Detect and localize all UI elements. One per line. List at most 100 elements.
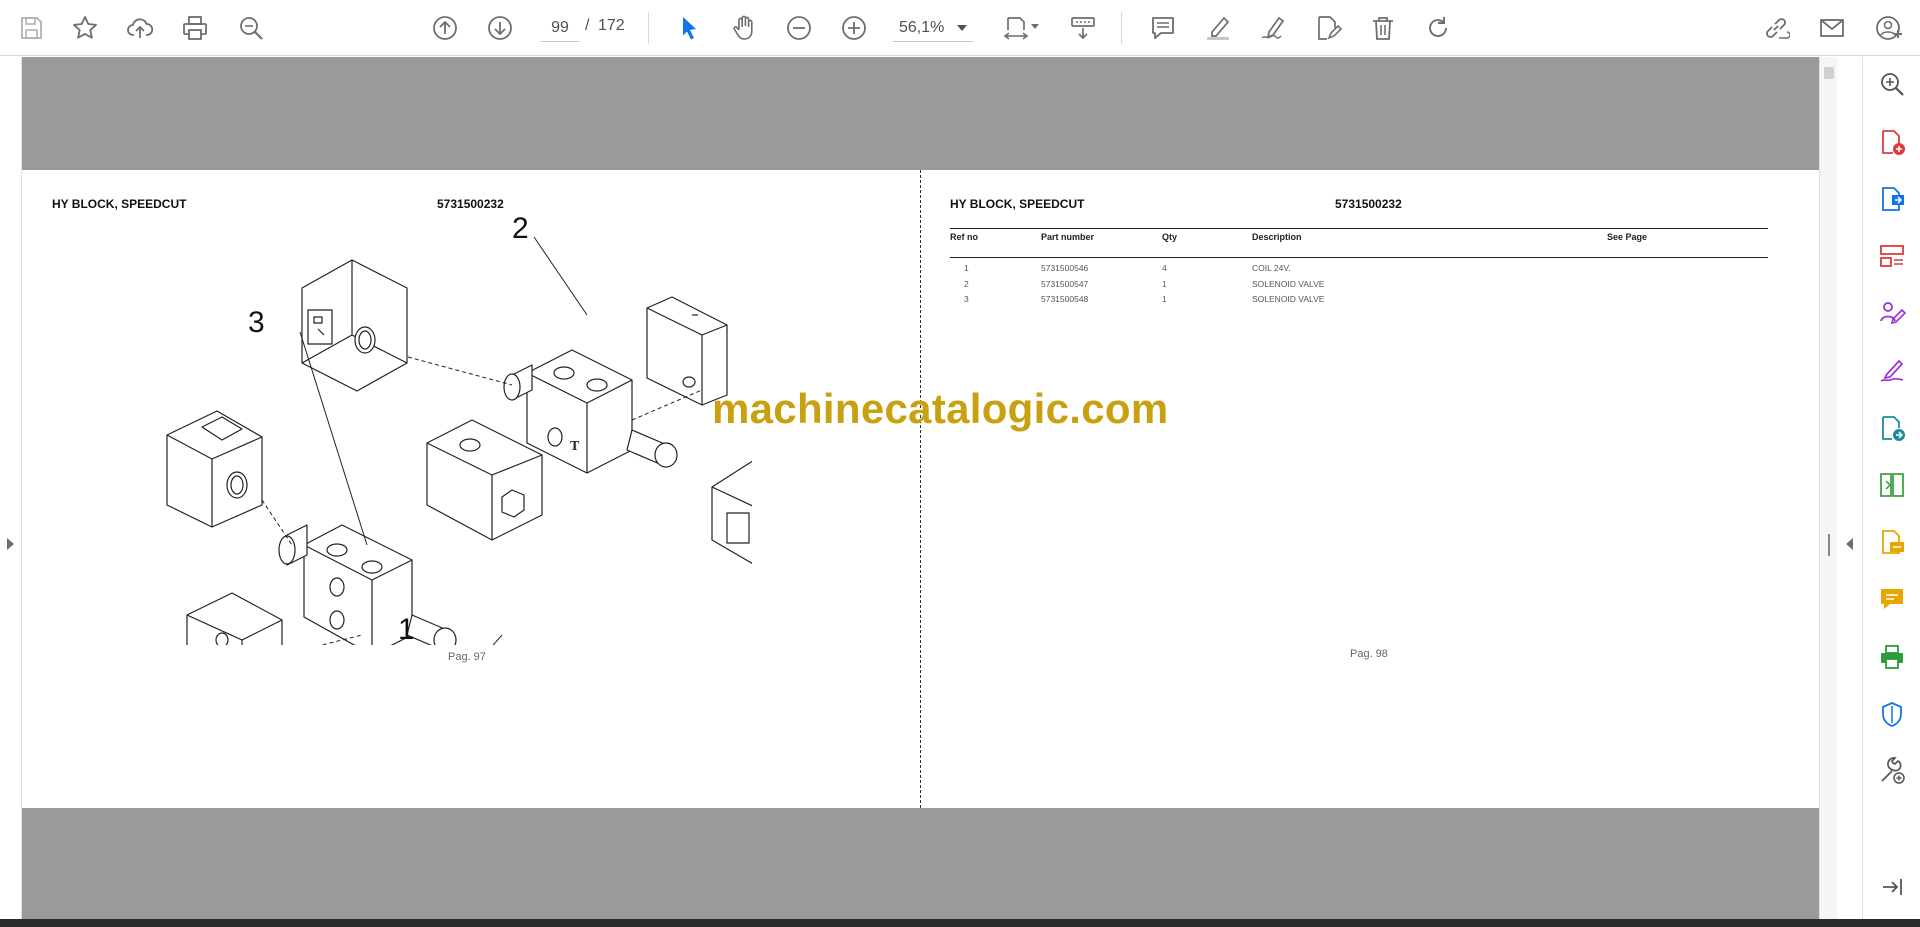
highlight-button[interactable]: [1198, 8, 1238, 48]
request-signatures-icon: [1880, 302, 1906, 325]
cell-part-number: 5731500546: [1041, 263, 1089, 273]
scroll-mode-icon: [1071, 17, 1095, 40]
base-plate: T P: [186, 592, 283, 645]
table-row: 3 5731500548 1 SOLENOID VALVE: [950, 291, 1768, 307]
more-tools-icon: [1881, 757, 1905, 784]
account-button[interactable]: [1869, 8, 1909, 48]
page-up-icon: [433, 16, 457, 40]
zoom-level-value: 56,1%: [899, 18, 945, 36]
print-production-icon: [1881, 645, 1903, 669]
create-pdf-button[interactable]: [1877, 127, 1907, 157]
toolbar-divider: [1121, 12, 1122, 44]
callout-2: 2: [512, 212, 529, 245]
next-page-button[interactable]: [480, 8, 520, 48]
taskbar-strip: [0, 919, 1920, 927]
email-button[interactable]: [1812, 8, 1852, 48]
zoom-search-icon: [240, 17, 263, 40]
right-page-footer: Pag. 98: [1350, 648, 1388, 660]
table-row: 2 5731500547 1 SOLENOID VALVE: [950, 276, 1768, 292]
page-spread: HY BLOCK, SPEEDCUT 5731500232 T 2 3 1 Pa…: [22, 170, 1819, 808]
more-tools-button[interactable]: [1877, 756, 1907, 786]
scrollbar-thumb[interactable]: [1824, 67, 1834, 79]
splitter-grip[interactable]: [1828, 534, 1830, 556]
plug-block: [426, 419, 543, 541]
delete-button[interactable]: [1363, 8, 1403, 48]
print-button[interactable]: [175, 8, 215, 48]
upload-cloud-button[interactable]: [120, 8, 160, 48]
delete-icon: [1373, 17, 1393, 40]
cell-description: SOLENOID VALVE: [1252, 294, 1325, 304]
request-signatures-button[interactable]: [1877, 298, 1907, 328]
page-total: 172: [598, 17, 625, 34]
chevron-down-icon: [957, 24, 967, 31]
callout-3: 3: [248, 306, 265, 339]
exploded-parts-diagram: T: [166, 236, 752, 645]
compare-files-button[interactable]: [1877, 470, 1907, 500]
document-viewport[interactable]: HY BLOCK, SPEEDCUT 5731500232 T 2 3 1 Pa…: [22, 57, 1819, 919]
protect-icon: [1882, 702, 1902, 727]
collapse-right-panel-icon[interactable]: [1846, 538, 1853, 550]
pdf-viewer-window: / 172 56,1%: [0, 0, 1920, 927]
draw-sign-button[interactable]: [1253, 8, 1293, 48]
rotate-button[interactable]: [1418, 8, 1458, 48]
zoom-level-dropdown[interactable]: 56,1%: [893, 14, 973, 42]
vertical-scrollbar[interactable]: [1819, 57, 1837, 919]
zoom-tool-button[interactable]: [1877, 69, 1907, 99]
collapse-tools-pane-button[interactable]: [1877, 872, 1907, 902]
cell-qty: 4: [1162, 263, 1167, 273]
comment-tool-button[interactable]: [1877, 584, 1907, 614]
main-toolbar: / 172 56,1%: [0, 0, 1920, 56]
comment-icon: [1152, 17, 1174, 39]
print-production-button[interactable]: [1877, 642, 1907, 672]
col-ref-no: Ref no: [950, 232, 978, 242]
watermark-text: machinecatalogic.com: [712, 385, 1169, 432]
cell-description: COIL 24V.: [1252, 263, 1291, 273]
fit-page-icon: [1003, 17, 1029, 40]
cell-ref: 3: [964, 294, 969, 304]
cell-ref: 1: [964, 263, 969, 273]
bookmark-star-button[interactable]: [65, 8, 105, 48]
right-page-title: HY BLOCK, SPEEDCUT: [950, 197, 1085, 211]
search-button[interactable]: [231, 8, 271, 48]
page-number-input[interactable]: [540, 14, 580, 42]
select-tool-button[interactable]: [669, 8, 709, 48]
right-panel-rail: [1837, 57, 1863, 919]
collapse-panel-icon: [1883, 879, 1902, 895]
save-button[interactable]: [11, 8, 51, 48]
previous-page-button[interactable]: [425, 8, 465, 48]
expand-left-panel-icon[interactable]: [7, 538, 14, 550]
parts-table: Ref no Part number Qty Description See P…: [950, 228, 1768, 307]
organize-pages-icon: [1880, 245, 1904, 267]
export-file-button[interactable]: [1877, 527, 1907, 557]
zoom-in-button[interactable]: [834, 8, 874, 48]
protect-button[interactable]: [1877, 699, 1907, 729]
table-header: Ref no Part number Qty Description See P…: [950, 228, 1768, 258]
svg-text:T: T: [570, 439, 580, 454]
col-part-number: Part number: [1041, 232, 1095, 242]
toolbar-divider: [648, 12, 649, 44]
share-link-button[interactable]: [1756, 8, 1796, 48]
compare-files-icon: [1880, 473, 1904, 497]
col-see-page: See Page: [1607, 232, 1648, 242]
hand-tool-button[interactable]: [724, 8, 764, 48]
col-qty: Qty: [1162, 232, 1178, 242]
page-separator: /: [585, 17, 590, 34]
fill-sign-button[interactable]: [1877, 355, 1907, 385]
scroll-mode-button[interactable]: [1063, 8, 1103, 48]
edit-pdf-button[interactable]: [1308, 8, 1348, 48]
page-fit-button[interactable]: [996, 8, 1036, 48]
cell-ref: 2: [964, 278, 969, 289]
zoom-out-button[interactable]: [779, 8, 819, 48]
add-comment-button[interactable]: [1143, 8, 1183, 48]
hand-icon: [733, 15, 753, 40]
chevron-down-icon[interactable]: [1031, 24, 1039, 29]
star-icon: [73, 16, 97, 39]
left-page-footer: Pag. 97: [448, 651, 486, 663]
export-pdf-button[interactable]: [1877, 184, 1907, 214]
print-icon: [183, 16, 207, 40]
create-pdf-icon: [1882, 130, 1905, 155]
fill-sign-icon: [1880, 359, 1904, 382]
send-for-review-button[interactable]: [1877, 413, 1907, 443]
organize-pages-button[interactable]: [1877, 241, 1907, 271]
left-panel-rail: [0, 57, 22, 919]
